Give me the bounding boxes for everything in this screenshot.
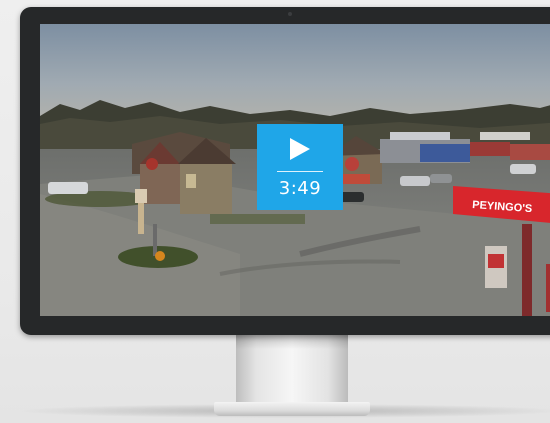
video-duration: 3:49 <box>278 178 322 199</box>
monitor-frame: PEYINGO'S 3:49 <box>20 7 550 335</box>
play-icon <box>290 138 310 160</box>
video-player[interactable]: PEYINGO'S 3:49 <box>40 24 550 316</box>
play-divider <box>277 171 323 172</box>
monitor-stand-shade <box>236 335 348 349</box>
camera-icon <box>288 12 292 16</box>
monitor-stand-base <box>214 402 370 416</box>
play-button[interactable]: 3:49 <box>257 124 343 210</box>
page: PEYINGO'S 3:49 <box>0 0 550 423</box>
